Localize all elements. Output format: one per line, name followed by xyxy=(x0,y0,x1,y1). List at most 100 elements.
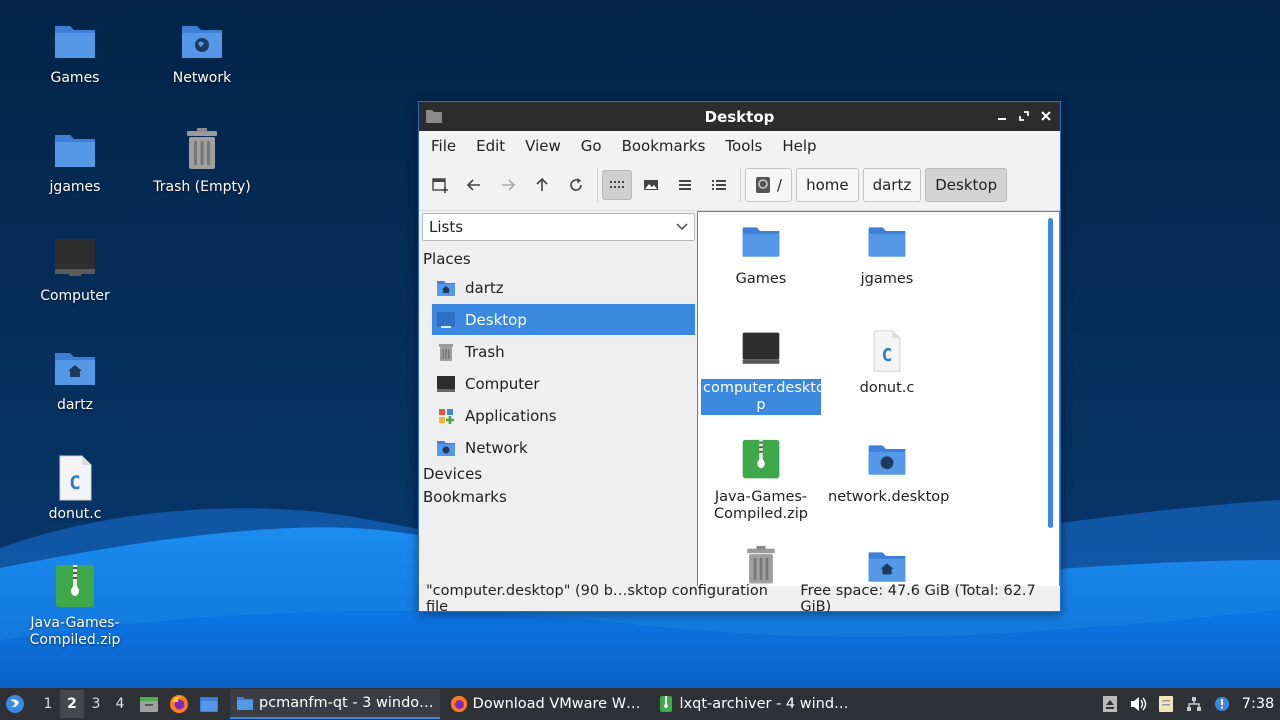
devices-header[interactable]: Devices xyxy=(423,465,482,483)
bookmarks-header[interactable]: Bookmarks xyxy=(423,488,507,506)
menu-edit[interactable]: Edit xyxy=(466,137,515,155)
file-item-selected[interactable]: computer.deskto p xyxy=(700,329,825,415)
tray-clipboard-button[interactable] xyxy=(1152,688,1180,720)
sidebar-item-desktop[interactable]: Desktop xyxy=(432,304,695,335)
sidebar-item-trash[interactable]: Trash xyxy=(432,336,695,367)
breadcrumb-desktop[interactable]: Desktop xyxy=(925,168,1008,202)
desktop-icon-label: Games xyxy=(50,70,100,86)
minimize-button[interactable] xyxy=(994,108,1010,124)
file-item-label: donut.c xyxy=(859,380,915,396)
c-source-file-icon: C xyxy=(873,330,901,372)
tray-updates-button[interactable] xyxy=(1208,688,1236,720)
file-item[interactable]: network.desktop xyxy=(826,438,949,507)
file-item[interactable]: Java-Games- Compiled.zip xyxy=(700,438,822,524)
side-pane-mode-select[interactable]: Lists xyxy=(422,213,695,241)
menu-help[interactable]: Help xyxy=(772,137,826,155)
desktop-icon-label: dartz xyxy=(56,397,94,413)
desktop-icon-java-games-zip[interactable]: Java-Games- Compiled.zip xyxy=(20,563,130,649)
forward-icon xyxy=(502,179,516,191)
desktop-icon-jgames[interactable]: jgames xyxy=(20,127,130,196)
file-item[interactable]: jgames xyxy=(826,220,948,289)
status-free-space: Free space: 47.6 GiB (Total: 62.7 GiB) xyxy=(800,582,1036,615)
menu-bookmarks[interactable]: Bookmarks xyxy=(612,137,716,155)
desktop-icon-label: Computer xyxy=(40,288,110,304)
folder-icon xyxy=(742,227,780,257)
desktop-switch-4[interactable]: 4 xyxy=(108,696,132,712)
sidebar-item-network[interactable]: Network xyxy=(432,432,695,463)
reload-button[interactable] xyxy=(561,170,591,200)
file-view[interactable]: Games jgames computer.deskto p C donut.c… xyxy=(697,211,1060,587)
show-desktop-button[interactable] xyxy=(138,693,160,715)
back-button[interactable] xyxy=(459,170,489,200)
network-folder-icon xyxy=(182,26,222,58)
detailed-list-button[interactable] xyxy=(704,170,734,200)
thumbnail-view-button[interactable] xyxy=(636,170,666,200)
zip-archive-icon xyxy=(742,439,780,479)
sidebar-item-computer[interactable]: Computer xyxy=(432,368,695,399)
firefox-launcher[interactable] xyxy=(168,693,190,715)
tray-volume-button[interactable] xyxy=(1124,688,1152,720)
task-lxqt-archiver[interactable]: lxqt-archiver - 4 wind… xyxy=(651,689,855,719)
archive-box-icon xyxy=(140,697,158,712)
task-pcmanfm[interactable]: pcmanfm-qt - 3 windo… xyxy=(230,689,440,719)
sidebar-item-dartz[interactable]: dartz xyxy=(432,272,695,303)
folder-icon xyxy=(426,110,442,123)
places-header: Places xyxy=(423,250,471,268)
tray-eject-button[interactable] xyxy=(1096,688,1124,720)
status-selection: "computer.desktop" (90 b…sktop configura… xyxy=(426,582,768,615)
clock[interactable]: 7:38 xyxy=(1236,696,1280,712)
desktop-switch-1[interactable]: 1 xyxy=(36,696,60,712)
breadcrumb-label: / xyxy=(777,176,783,194)
home-folder-icon xyxy=(55,353,95,385)
desktop-icon-trash[interactable]: Trash (Empty) xyxy=(147,127,257,196)
task-label: lxqt-archiver - 4 wind… xyxy=(679,696,849,712)
up-button[interactable] xyxy=(527,170,557,200)
icon-view-button[interactable] xyxy=(602,170,632,200)
thumbnail-view-icon xyxy=(644,180,658,190)
file-manager-launcher[interactable] xyxy=(198,693,220,715)
window-titlebar[interactable]: Desktop xyxy=(419,102,1060,131)
file-item[interactable]: C donut.c xyxy=(826,329,948,398)
task-firefox[interactable]: Download VMware W… xyxy=(444,689,647,719)
forward-button[interactable] xyxy=(493,170,523,200)
status-bar: "computer.desktop" (90 b…sktop configura… xyxy=(419,583,1060,615)
desktop-icon-network[interactable]: Network xyxy=(147,18,257,87)
breadcrumb-dartz[interactable]: dartz xyxy=(862,168,922,202)
detailed-list-icon xyxy=(712,180,726,190)
compact-view-button[interactable] xyxy=(670,170,700,200)
desktop-icon-label: Network xyxy=(172,70,232,86)
new-tab-icon xyxy=(432,178,448,193)
breadcrumb-root[interactable]: / xyxy=(745,168,793,202)
tray-network-button[interactable] xyxy=(1180,688,1208,720)
file-item-label: jgames xyxy=(860,271,914,287)
sidebar-item-label: Desktop xyxy=(465,310,527,329)
start-menu-button[interactable] xyxy=(4,693,26,715)
desktop-icon-games[interactable]: Games xyxy=(20,18,130,87)
desktop-icon-label: jgames xyxy=(49,179,101,195)
menu-go[interactable]: Go xyxy=(571,137,612,155)
file-manager-window[interactable]: Desktop File Edit View Go Bookmarks Tool… xyxy=(418,101,1061,615)
close-button[interactable] xyxy=(1038,108,1054,124)
menu-file[interactable]: File xyxy=(421,137,466,155)
desktop-icon-dartz[interactable]: dartz xyxy=(20,345,130,414)
clipboard-icon xyxy=(1159,696,1173,712)
file-item-label: Games xyxy=(735,271,787,287)
new-tab-button[interactable] xyxy=(425,170,455,200)
sidebar-item-applications[interactable]: Applications xyxy=(432,400,695,431)
menu-tools[interactable]: Tools xyxy=(715,137,772,155)
desktop-switch-2[interactable]: 2 xyxy=(60,690,84,718)
maximize-button[interactable] xyxy=(1016,108,1032,124)
minimize-icon xyxy=(998,118,1006,120)
desktop-switch-3[interactable]: 3 xyxy=(84,696,108,712)
vertical-scrollbar[interactable] xyxy=(1048,218,1053,528)
back-icon xyxy=(466,179,480,191)
taskbar: 1 2 3 4 pcmanfm-qt - 3 windo… Download V… xyxy=(0,688,1280,720)
breadcrumb-home[interactable]: home xyxy=(796,168,859,202)
sidebar-item-label: Network xyxy=(465,438,528,457)
desktop-icon-computer[interactable]: Computer xyxy=(20,236,130,305)
desktop-icon-donut-c[interactable]: C donut.c xyxy=(20,454,130,523)
file-item[interactable]: Games xyxy=(700,220,822,289)
menu-view[interactable]: View xyxy=(515,137,571,155)
toolbar: / home dartz Desktop xyxy=(419,160,1060,211)
archiver-icon xyxy=(659,696,672,712)
